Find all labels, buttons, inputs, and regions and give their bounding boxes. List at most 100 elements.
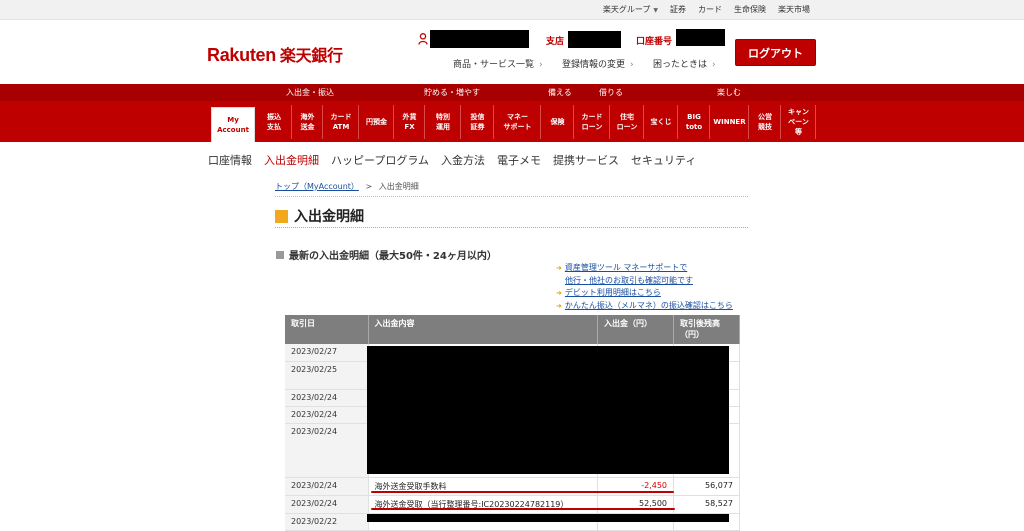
annotation-underline [371,491,674,493]
arrow-right-icon: ➜ [556,301,562,310]
link-debit-statement-text: デビット利用明細はこちら [564,288,661,297]
chevron-right-icon: › [712,60,716,70]
breadcrumb-separator: > [365,182,373,191]
link-mermane-confirm[interactable]: ➜ かんたん振込（メルマネ）の振込確認はこちら [556,300,733,313]
section-title: 最新の入出金明細（最大50件・24ヶ月以内） [276,247,497,262]
link-mermane-confirm-text: かんたん振込（メルマネ）の振込確認はこちら [564,300,733,310]
page-title: 入出金明細 [275,206,364,226]
col-header-amount: 入出金（円） [597,315,674,344]
breadcrumb-current: 入出金明細 [378,182,419,191]
annotation-underline [371,508,675,510]
nav-card-atm[interactable]: カード ATM [324,105,359,139]
link-money-support-line2[interactable]: 他行・他社のお取引も確認可能です [556,275,733,288]
header: Rakuten 楽天銀行 支店 口座番号 商品・サービス一覧 › 登録情報の変更 › … [0,20,1024,84]
logo-en: Rakuten [207,45,276,65]
header-link-help[interactable]: 困ったときは › [653,57,716,70]
row-desc: 海外送金受取（当行整理番号:IC20230224782119） [368,495,598,514]
redacted-user-name [430,30,529,48]
header-link-registration-label: 登録情報の変更 [562,60,626,70]
account-number-label: 口座番号 [636,37,673,47]
nav-category-deposit-transfer: 入出金・振込 [286,88,334,97]
subnav-e-memo[interactable]: 電子メモ [497,152,541,168]
chevron-down-icon: ▼ [653,7,658,14]
table-header-row: 取引日 入出金内容 入出金（円） 取引後残高（円） [285,315,740,344]
nav-transfer-payment[interactable]: 振込 支払 [257,105,292,139]
nav-investment-securities[interactable]: 投信 証券 [462,105,494,139]
col-header-balance: 取引後残高（円） [673,315,740,344]
nav-category-borrow: 借りる [599,88,623,97]
redacted-transactions [367,346,729,474]
row-balance: 58,527 [673,495,740,514]
subnav-happy-program[interactable]: ハッピープログラム [331,152,429,168]
subnav-security[interactable]: セキュリティ [631,152,696,168]
row-balance: 56,077 [673,477,740,496]
util-link-securities[interactable]: 証券 [670,4,686,15]
subnav-deposit-methods[interactable]: 入金方法 [441,152,485,168]
redacted-branch [568,31,621,48]
arrow-right-icon: ➜ [556,289,562,297]
nav-category-protect: 備える [548,88,572,97]
nav-public-race[interactable]: 公営 競技 [750,105,781,139]
nav-money-support[interactable]: マネー サポート [495,105,541,139]
section-title-text: 最新の入出金明細（最大50件・24ヶ月以内） [289,251,497,262]
breadcrumb-home-link[interactable]: トップ（MyAccount） [275,182,359,191]
subnav-transactions[interactable]: 入出金明細 [264,152,319,168]
header-link-products[interactable]: 商品・サービス一覧 › [453,57,543,70]
header-link-help-label: 困ったときは [653,60,708,70]
nav-winner[interactable]: WINNER [711,105,749,139]
logout-button[interactable]: ログアウト [735,39,816,66]
link-money-support[interactable]: ➜ 資産管理ツール マネーサポートで [556,262,733,275]
subnav-account-info[interactable]: 口座情報 [208,152,252,168]
rakuten-bank-logo[interactable]: Rakuten 楽天銀行 [207,42,343,66]
nav-fx[interactable]: 外貨 FX [395,105,425,139]
nav-my-account[interactable]: My Account [211,107,255,142]
nav-special-management[interactable]: 特別 運用 [426,105,461,139]
global-nav: 入出金・振込 貯める・増やす 備える 借りる 楽しむ My Account 振込… [0,84,1024,142]
row-date: 2023/02/25 [285,361,369,390]
person-icon [418,33,428,45]
col-header-description: 入出金内容 [368,315,598,344]
related-links: ➜ 資産管理ツール マネーサポートで 他行・他社のお取引も確認可能です ➜ デビット… [556,262,733,312]
logo-jp: 楽天銀行 [279,48,343,65]
nav-big-toto[interactable]: BIG toto [679,105,710,139]
header-link-products-label: 商品・サービス一覧 [453,60,535,70]
nav-insurance[interactable]: 保険 [542,105,574,139]
util-link-card[interactable]: カード [698,4,722,15]
nav-card-loan[interactable]: カード ローン [575,105,610,139]
row-amount: 52,500 [597,495,674,514]
divider [275,196,748,197]
chevron-right-icon: › [630,60,634,70]
nav-items-row: My Account 振込 支払 海外 送金 カード ATM 円預金 外貨 FX… [0,101,1024,142]
col-header-date: 取引日 [285,315,369,344]
util-link-rakuten-group[interactable]: 楽天グループ ▼ [603,4,658,15]
nav-lottery[interactable]: 宝くじ [645,105,678,139]
table-row: 2023/02/24 海外送金受取（当行整理番号:IC2023022478211… [285,495,740,514]
link-debit-statement[interactable]: ➜ デビット利用明細はこちら [556,287,733,300]
redacted-transactions-bottom [367,514,729,522]
util-link-ichiba[interactable]: 楽天市場 [778,4,810,15]
nav-campaign[interactable]: キャン ペーン 等 [782,105,816,139]
nav-category-save-grow: 貯める・増やす [424,88,480,97]
redacted-account-number [676,29,725,46]
arrow-right-icon: ➜ [556,264,562,272]
nav-housing-loan[interactable]: 住宅 ローン [611,105,644,139]
row-date: 2023/02/27 [285,344,369,362]
row-date: 2023/02/24 [285,423,369,478]
subnav-partner-services[interactable]: 提携サービス [553,152,619,168]
header-link-registration[interactable]: 登録情報の変更 › [562,57,634,70]
divider [275,227,748,228]
util-link-rakuten-group-label: 楽天グループ [602,5,651,14]
page-title-text: 入出金明細 [294,209,364,225]
nav-yen-deposit[interactable]: 円預金 [360,105,394,139]
nav-category-enjoy: 楽しむ [717,88,741,97]
chevron-right-icon: › [539,60,543,70]
title-square-icon [275,209,288,223]
row-date: 2023/02/24 [285,406,369,424]
row-date: 2023/02/24 [285,389,369,407]
util-link-life-insurance[interactable]: 生命保険 [734,4,766,15]
utility-bar: 楽天グループ ▼ 証券 カード 生命保険 楽天市場 [0,0,1024,20]
row-date: 2023/02/24 [285,477,369,496]
link-money-support-text-2: 他行・他社のお取引も確認可能です [565,275,693,285]
nav-category-row: 入出金・振込 貯める・増やす 備える 借りる 楽しむ [0,84,1024,101]
nav-overseas-remittance[interactable]: 海外 送金 [293,105,323,139]
